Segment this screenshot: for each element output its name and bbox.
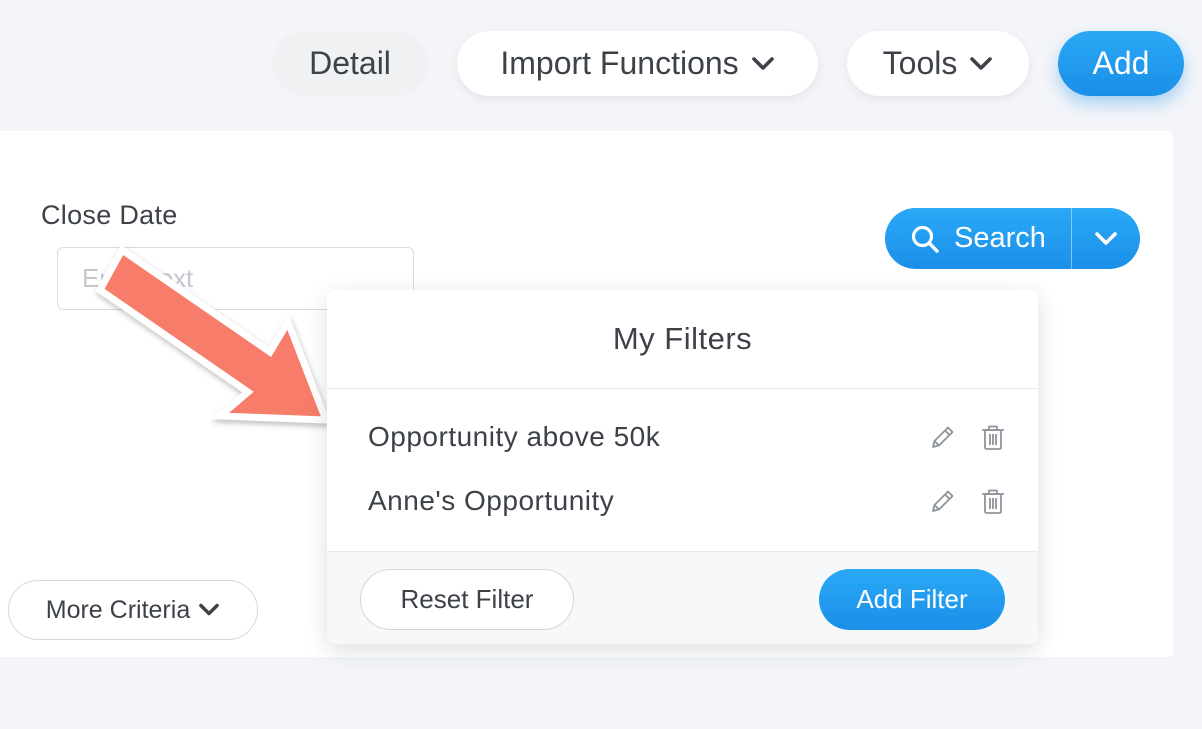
pencil-icon[interactable] [928, 486, 958, 516]
import-functions-button[interactable]: Import Functions [457, 31, 818, 96]
chevron-down-icon [969, 54, 993, 74]
more-criteria-label: More Criteria [45, 595, 191, 624]
add-filter-button[interactable]: Add Filter [819, 569, 1005, 630]
my-filters-popover: My Filters Opportunity above 50k Anne's … [327, 290, 1038, 644]
search-options-toggle[interactable] [1072, 208, 1140, 269]
add-button[interactable]: Add [1058, 31, 1184, 96]
pencil-icon[interactable] [928, 422, 958, 452]
search-button[interactable]: Search [885, 208, 1071, 269]
import-functions-label: Import Functions [500, 45, 739, 81]
close-date-label: Close Date [41, 200, 178, 230]
filter-item-label[interactable]: Anne's Opportunity [368, 485, 614, 517]
popover-footer: Reset Filter Add Filter [327, 551, 1038, 644]
trash-icon[interactable] [978, 486, 1008, 516]
reset-filter-button[interactable]: Reset Filter [360, 569, 574, 630]
reset-filter-label: Reset Filter [400, 584, 534, 614]
detail-button-label: Detail [309, 45, 391, 81]
search-button-label: Search [954, 222, 1046, 254]
chevron-down-icon [198, 601, 220, 619]
search-icon [910, 224, 940, 254]
chevron-down-icon [751, 54, 775, 74]
more-criteria-button[interactable]: More Criteria [8, 580, 258, 640]
search-split-button: Search [885, 208, 1140, 269]
tools-button-label: Tools [882, 45, 958, 81]
detail-button[interactable]: Detail [272, 31, 428, 96]
trash-icon[interactable] [978, 422, 1008, 452]
add-filter-label: Add Filter [856, 584, 968, 614]
filter-item[interactable]: Anne's Opportunity [327, 469, 1038, 533]
page: Detail Import Functions Tools Add Close … [0, 0, 1202, 729]
chevron-down-icon [1094, 229, 1118, 249]
popover-title: My Filters [327, 290, 1038, 389]
add-button-label: Add [1092, 45, 1150, 81]
filter-item-label[interactable]: Opportunity above 50k [368, 421, 660, 453]
filter-item[interactable]: Opportunity above 50k [327, 405, 1038, 469]
tools-button[interactable]: Tools [847, 31, 1029, 96]
